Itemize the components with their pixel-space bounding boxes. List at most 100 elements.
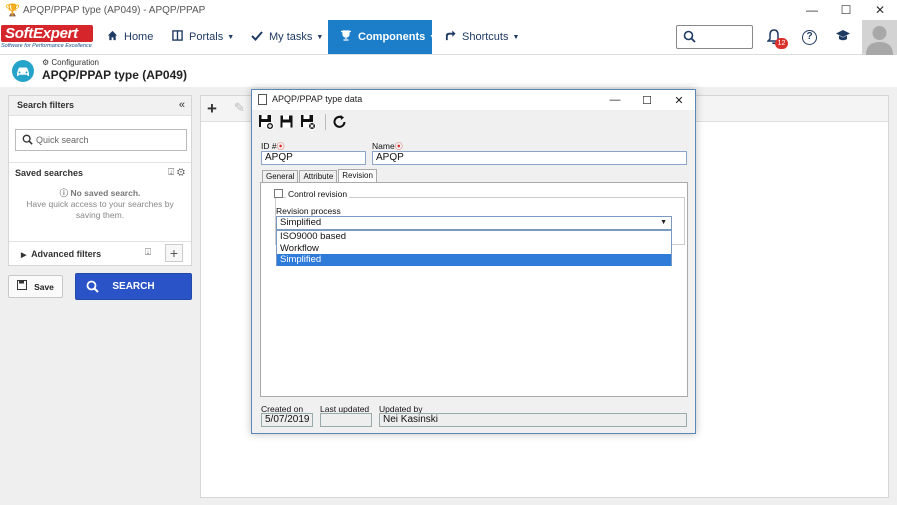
edit-icon[interactable]: ✎ [234, 100, 245, 116]
top-navbar: SoftExpert Software for Performance Exce… [0, 20, 897, 55]
nav-portals[interactable]: Portals ▼ [172, 20, 234, 54]
dialog-maximize-button[interactable]: ☐ [631, 90, 663, 110]
filters-title: Search filters [17, 100, 75, 110]
nav-components-label: Components [358, 31, 426, 43]
dialog-minimize-button[interactable]: — [599, 90, 631, 110]
dialog-window-controls: — ☐ ✕ [599, 90, 695, 110]
quick-search-input[interactable]: Quick search [15, 129, 187, 151]
broom-icon[interactable]: ⍗ [145, 247, 151, 258]
portals-icon [172, 30, 183, 44]
chevron-down-icon: ▼ [512, 33, 520, 41]
quick-search-placeholder: Quick search [36, 135, 89, 145]
option-simplified[interactable]: Simplified [277, 254, 671, 266]
option-iso9000[interactable]: ISO9000 based [277, 231, 671, 243]
no-saved-line2: saving them. [75, 210, 125, 220]
dialog-title: APQP/PPAP type data [272, 94, 363, 104]
avatar[interactable] [862, 20, 897, 55]
advanced-filters-label: ▶ Advanced filters [21, 249, 101, 259]
nav-shortcuts-label: Shortcuts [462, 31, 509, 43]
advanced-filters-row[interactable]: ▶ Advanced filters ⍗ + [9, 241, 191, 265]
chevron-down-icon: ▼ [316, 33, 324, 41]
window-title: APQP/PPAP type (AP049) - APQP/PPAP [23, 4, 206, 16]
revision-process-dropdown: ISO9000 based Workflow Simplified [276, 230, 672, 266]
info-icon: ⓘ [59, 188, 69, 198]
home-icon [107, 30, 118, 44]
gear-icon[interactable]: ⚙ [177, 167, 185, 178]
save-search-button[interactable]: Save [8, 275, 63, 298]
softexpert-logo[interactable]: SoftExpert Software for Performance Exce… [1, 25, 93, 51]
nav-home-label: Home [124, 31, 154, 43]
filters-header: Search filters « [9, 96, 191, 116]
option-workflow[interactable]: Workflow [277, 243, 671, 255]
no-saved-line1: Have quick access to your searches by [26, 199, 174, 209]
nav-my-tasks[interactable]: My tasks ▼ [251, 20, 323, 54]
logo-brand: SoftExpert [1, 25, 93, 42]
graduation-cap-icon[interactable] [835, 29, 851, 46]
saved-searches-section: Saved searches ⍗ ⚙ [9, 162, 191, 178]
revision-process-value: Simplified [280, 217, 322, 228]
maximize-button[interactable]: ☐ [829, 0, 863, 20]
notification-badge: 12 [775, 38, 788, 49]
page-title: APQP/PPAP type (AP049) [42, 68, 187, 82]
dialog-close-button[interactable]: ✕ [663, 90, 695, 110]
nav-components[interactable]: Components ▼ [328, 20, 436, 54]
add-icon[interactable]: + [207, 99, 217, 119]
chevron-down-icon: ▼ [660, 219, 667, 226]
search-icon [683, 30, 696, 46]
id-field[interactable]: APQP [261, 151, 366, 165]
save-label: Save [34, 281, 54, 292]
save-icon [17, 280, 28, 293]
revision-process-label: Revision process [276, 206, 341, 216]
check-icon [251, 30, 263, 44]
no-saved-message: ⓘ No saved search. Have quick access to … [9, 188, 191, 221]
broom-icon[interactable]: ⍗ [168, 167, 174, 178]
arrow-icon [445, 30, 456, 44]
required-icon: ⦿ [394, 142, 403, 151]
save-icon[interactable] [279, 114, 295, 130]
last-updated-field [320, 413, 372, 427]
trophy-icon: 🏆 [5, 3, 20, 17]
tab-revision[interactable]: Revision [338, 169, 377, 182]
id-label-text: ID # [261, 141, 277, 151]
nav-home[interactable]: Home [107, 20, 153, 54]
nav-portals-label: Portals [189, 31, 224, 43]
minimize-button[interactable]: — [795, 0, 829, 20]
window-titlebar: 🏆 APQP/PPAP type (AP049) - APQP/PPAP — ☐… [0, 0, 897, 20]
search-icon [22, 134, 33, 148]
breadcrumb[interactable]: ⚙ Configuration [42, 58, 99, 67]
search-button[interactable]: SEARCH [75, 273, 192, 300]
logo-tagline: Software for Performance Excellence [1, 43, 92, 49]
page-header: ⚙ Configuration APQP/PPAP type (AP049) [0, 55, 897, 87]
document-icon [258, 94, 267, 105]
save-new-icon[interactable] [258, 114, 274, 130]
save-close-icon[interactable] [300, 114, 316, 130]
advanced-filters-text: Advanced filters [31, 249, 102, 259]
saved-searches-title: Saved searches [15, 168, 84, 178]
window-controls: — ☐ ✕ [795, 0, 897, 20]
global-search-input[interactable] [676, 25, 753, 49]
refresh-icon[interactable] [332, 114, 348, 130]
close-button[interactable]: ✕ [863, 0, 897, 20]
created-on-field: 5/07/2019 [261, 413, 313, 427]
saved-searches-tools: ⍗ ⚙ [168, 167, 185, 178]
help-icon[interactable]: ? [802, 30, 817, 45]
tab-attribute[interactable]: Attribute [299, 170, 338, 182]
chevron-down-icon: ▼ [429, 33, 437, 41]
tab-general[interactable]: General [262, 170, 299, 182]
name-field[interactable]: APQP [372, 151, 687, 165]
control-revision-checkbox[interactable] [274, 189, 283, 198]
trophy-icon [340, 30, 352, 44]
updated-by-field: Nei Kasinski [379, 413, 687, 427]
dialog-tabs: General Attribute Revision [262, 169, 378, 182]
collapse-left-icon[interactable]: « [179, 99, 185, 111]
no-saved-title: No saved search. [70, 188, 141, 198]
add-filter-button[interactable]: + [165, 244, 183, 262]
breadcrumb-label: Configuration [51, 58, 99, 67]
type-data-dialog: APQP/PPAP type data — ☐ ✕ ID #⦿ APQP Nam… [251, 89, 696, 434]
dialog-toolbar [252, 110, 695, 134]
nav-shortcuts[interactable]: Shortcuts ▼ [445, 20, 519, 54]
search-filters-panel: Search filters « Quick search Saved sear… [8, 95, 192, 266]
revision-process-select[interactable]: Simplified ▼ [276, 216, 672, 230]
search-label: SEARCH [112, 281, 155, 292]
chevron-right-icon: ▶ [21, 252, 27, 259]
